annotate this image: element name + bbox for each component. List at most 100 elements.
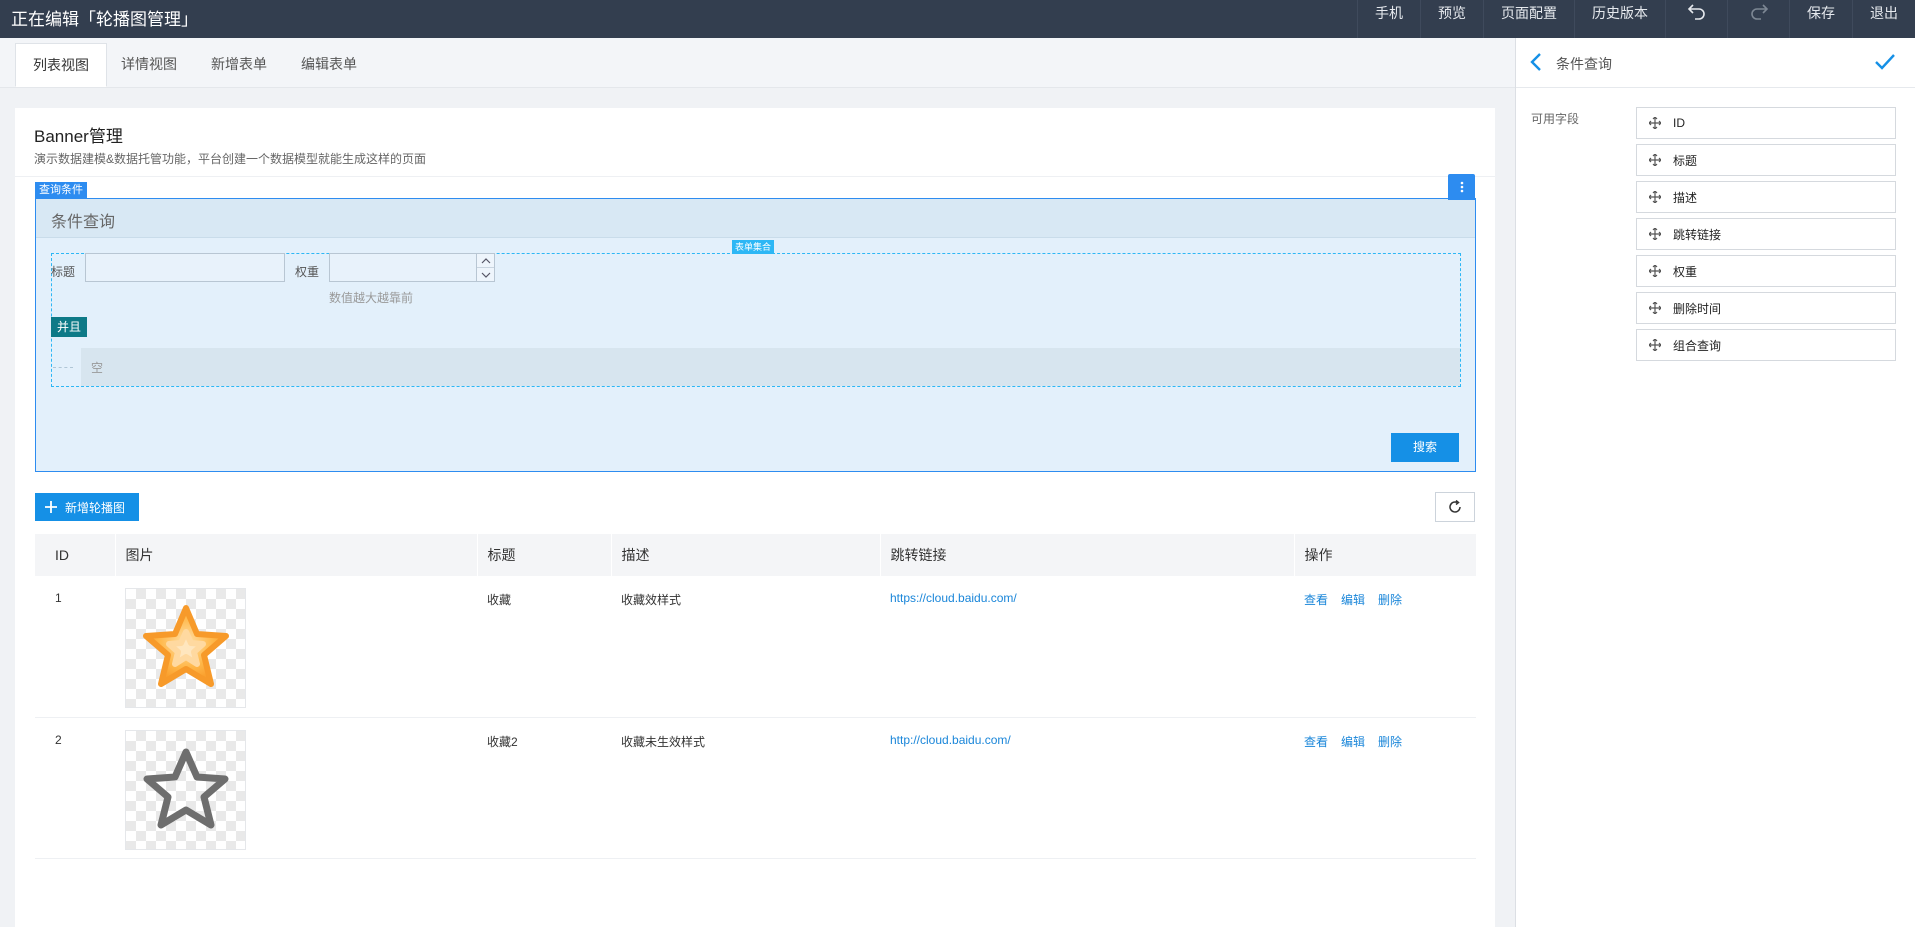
exit-button[interactable]: 退出 xyxy=(1852,0,1915,38)
field-item-title[interactable]: 标题 xyxy=(1636,144,1896,176)
url-link[interactable]: http://cloud.baidu.com/ xyxy=(890,733,1011,747)
move-icon xyxy=(1649,117,1661,129)
query-heading: 条件查询 xyxy=(51,214,116,231)
star-filled-icon xyxy=(142,605,229,687)
confirm-button[interactable] xyxy=(1874,52,1896,75)
more-menu-button[interactable] xyxy=(1448,174,1475,200)
stepper-up[interactable] xyxy=(477,254,494,268)
add-banner-label: 新增轮播图 xyxy=(65,500,126,515)
cell-id: 1 xyxy=(35,576,115,718)
weight-hint: 数值越大越靠前 xyxy=(329,291,414,305)
col-ops[interactable]: 操作 xyxy=(1294,534,1477,576)
page-config-button[interactable]: 页面配置 xyxy=(1483,0,1574,38)
tab-edit-form[interactable]: 编辑表单 xyxy=(284,43,374,87)
banner-thumbnail[interactable] xyxy=(125,729,246,850)
field-label: 标题 xyxy=(1673,153,1698,168)
save-button[interactable]: 保存 xyxy=(1789,0,1852,38)
move-icon xyxy=(1649,339,1661,351)
more-vertical-icon xyxy=(1460,181,1463,193)
query-tag: 查询条件 xyxy=(35,182,87,199)
url-link[interactable]: https://cloud.baidu.com/ xyxy=(890,591,1017,605)
cell-ops: 查看 编辑 删除 xyxy=(1294,717,1476,859)
col-id[interactable]: ID xyxy=(35,534,116,576)
mobile-button[interactable]: 手机 xyxy=(1357,0,1420,38)
stepper-down[interactable] xyxy=(477,268,494,281)
weight-input[interactable] xyxy=(329,253,477,282)
star-outline-icon xyxy=(143,748,228,828)
field-label: ID xyxy=(1673,116,1685,130)
field-item-id[interactable]: ID xyxy=(1636,107,1896,139)
tab-detail-view[interactable]: 详情视图 xyxy=(104,43,194,87)
move-icon xyxy=(1649,265,1661,277)
top-actions: 手机 预览 页面配置 历史版本 保存 退出 xyxy=(1357,0,1915,38)
col-url[interactable]: 跳转链接 xyxy=(880,534,1295,576)
empty-condition-row: 空 xyxy=(81,348,1460,386)
cell-desc: 收藏未生效样式 xyxy=(611,717,880,859)
panel-title: 条件查询 xyxy=(1556,56,1612,72)
query-panel[interactable]: 条件查询 表单集合 标题 权重 数值越大越靠前 并且 空 搜索 xyxy=(35,198,1476,472)
redo-icon xyxy=(1750,4,1768,20)
preview-button[interactable]: 预览 xyxy=(1420,0,1483,38)
undo-button[interactable] xyxy=(1665,0,1727,38)
plus-icon xyxy=(45,501,57,513)
field-item-combined-query[interactable]: 组合查询 xyxy=(1636,329,1896,361)
chevron-down-icon xyxy=(481,272,490,278)
field-item-weight[interactable]: 权重 xyxy=(1636,255,1896,287)
cell-ops: 查看 编辑 删除 xyxy=(1294,576,1476,718)
panel-header: 条件查询 xyxy=(1516,38,1915,88)
undo-icon xyxy=(1687,4,1705,20)
query-header: 条件查询 xyxy=(36,199,1475,238)
view-link[interactable]: 查看 xyxy=(1304,593,1328,607)
editor-title: 正在编辑「轮播图管理」 xyxy=(11,10,198,29)
history-button[interactable]: 历史版本 xyxy=(1574,0,1665,38)
weight-stepper[interactable] xyxy=(476,253,495,282)
table-row: 2 收藏2 收藏未生效样式 http://cloud.baidu.com/ 查看… xyxy=(35,717,1476,859)
view-tabs: 列表视图 详情视图 新增表单 编辑表单 xyxy=(0,38,1515,88)
refresh-button[interactable] xyxy=(1435,492,1475,522)
title-input[interactable] xyxy=(85,253,285,282)
col-title[interactable]: 标题 xyxy=(477,534,612,576)
table-row: 1 收藏 收藏效样式 https://cloud.baidu.com/ 查看 编… xyxy=(35,576,1476,718)
chevron-left-icon xyxy=(1530,53,1541,71)
redo-button[interactable] xyxy=(1727,0,1789,38)
view-link[interactable]: 查看 xyxy=(1304,735,1328,749)
tree-connector xyxy=(53,367,73,368)
col-desc[interactable]: 描述 xyxy=(611,534,881,576)
cell-image xyxy=(115,717,477,859)
field-label: 跳转链接 xyxy=(1673,227,1722,242)
banner-thumbnail[interactable] xyxy=(125,588,246,708)
edit-link[interactable]: 编辑 xyxy=(1341,593,1365,607)
back-button[interactable] xyxy=(1530,52,1542,75)
title-field-label: 标题 xyxy=(51,265,76,279)
delete-link[interactable]: 删除 xyxy=(1378,593,1402,607)
table-header: ID 图片 标题 描述 跳转链接 操作 xyxy=(35,534,1477,576)
tab-add-form[interactable]: 新增表单 xyxy=(194,43,284,87)
page-title: Banner管理 xyxy=(34,127,123,146)
top-bar: 正在编辑「轮播图管理」 手机 预览 页面配置 历史版本 保存 退出 xyxy=(0,0,1915,38)
field-item-deleted-at[interactable]: 删除时间 xyxy=(1636,292,1896,324)
config-panel: 条件查询 可用字段 ID 标题 描述 跳转链接 权重 删除时间 组合查询 xyxy=(1515,38,1915,927)
cell-id: 2 xyxy=(35,717,115,859)
formset-tag: 表单集合 xyxy=(732,240,775,254)
field-item-desc[interactable]: 描述 xyxy=(1636,181,1896,213)
tab-list-view[interactable]: 列表视图 xyxy=(15,43,107,87)
cell-title: 收藏2 xyxy=(477,717,611,859)
chevron-up-icon xyxy=(481,257,490,263)
search-button[interactable]: 搜索 xyxy=(1391,433,1459,462)
and-toggle-button[interactable]: 并且 xyxy=(51,317,87,337)
edit-link[interactable]: 编辑 xyxy=(1341,735,1365,749)
cell-url: http://cloud.baidu.com/ xyxy=(880,717,1294,859)
main-card: Banner管理 演示数据建模&数据托管功能，平台创建一个数据模型就能生成这样的… xyxy=(15,108,1495,927)
weight-field-label: 权重 xyxy=(295,265,320,279)
field-item-url[interactable]: 跳转链接 xyxy=(1636,218,1896,250)
exit-label: 退出 xyxy=(1870,5,1898,21)
check-icon xyxy=(1875,54,1895,70)
preview-label: 预览 xyxy=(1438,5,1466,21)
banner-table: ID 图片 标题 描述 跳转链接 操作 1 收藏 收藏效样式 https://c… xyxy=(35,534,1477,859)
refresh-icon xyxy=(1449,500,1461,513)
add-banner-button[interactable]: 新增轮播图 xyxy=(35,493,139,521)
col-image[interactable]: 图片 xyxy=(115,534,478,576)
history-label: 历史版本 xyxy=(1592,5,1648,21)
available-fields-label: 可用字段 xyxy=(1531,112,1580,126)
delete-link[interactable]: 删除 xyxy=(1378,735,1402,749)
